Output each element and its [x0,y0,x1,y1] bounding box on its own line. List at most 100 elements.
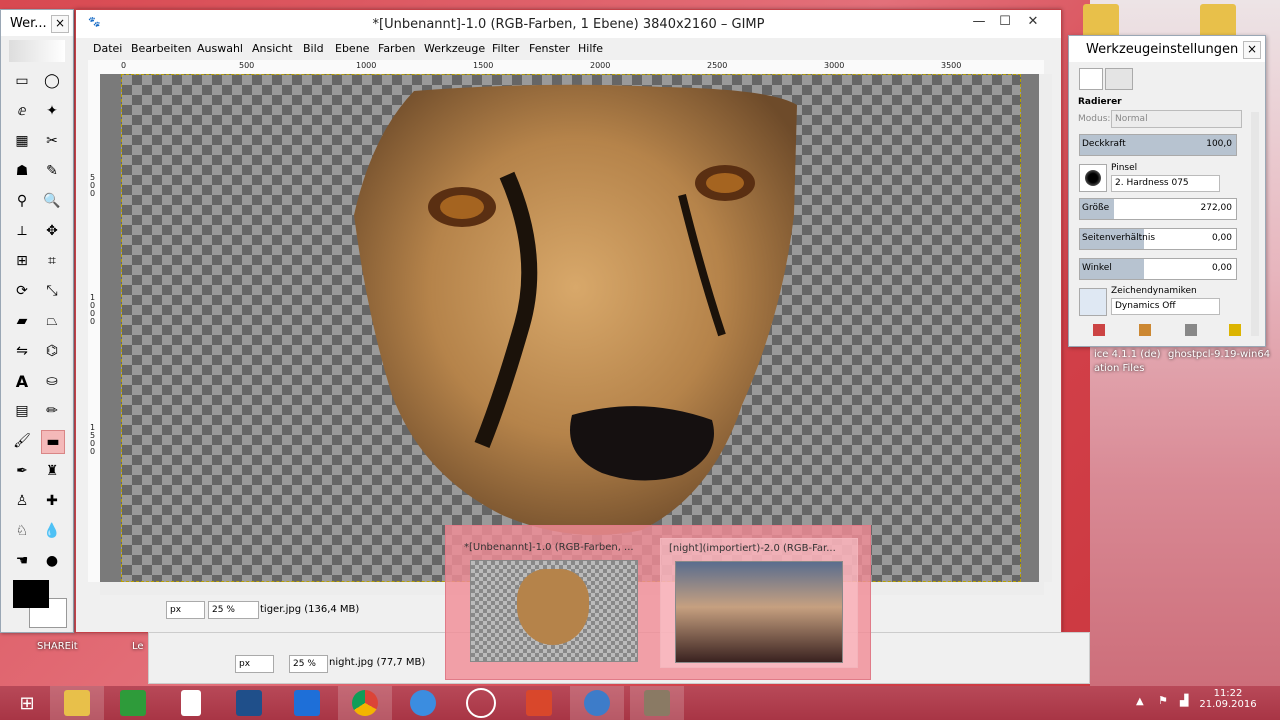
reset-options-icon[interactable] [1229,324,1241,336]
menu-farben[interactable]: Farben [378,42,415,55]
paths-icon[interactable]: ✎ [41,160,63,182]
zoom-select[interactable]: 25 % [289,655,328,673]
taskbar-explorer[interactable] [50,686,104,720]
lasso-icon[interactable]: ⅇ [11,100,33,122]
blur-icon[interactable]: 💧 [41,520,63,542]
folder-icon[interactable] [1083,4,1119,38]
menu-bild[interactable]: Bild [303,42,324,55]
window-thumbnail[interactable]: *[Unbenannt]-1.0 (RGB-Farben, ... [456,538,652,666]
measure-icon[interactable]: ⟂ [11,220,33,242]
close-button[interactable]: × [1243,41,1261,59]
ink-icon[interactable]: ♜ [41,460,63,482]
show-hidden-icons[interactable]: ▲ [1136,696,1144,707]
color-picker-icon[interactable]: ⚲ [11,190,33,212]
desktop-icon-label[interactable]: SHAREit [37,641,78,652]
menu-fenster[interactable]: Fenster [529,42,570,55]
maximize-button[interactable]: ☐ [992,12,1018,32]
taskbar-app[interactable] [454,686,508,720]
unit-select[interactable]: px [235,655,274,673]
cage-icon[interactable]: ⌬ [41,340,63,362]
aspect-ratio-slider[interactable]: Seitenverhältnis 0,00 [1079,228,1237,250]
dynamics-field[interactable]: Dynamics Off [1111,298,1220,315]
desktop-icon-label[interactable]: ation Files [1094,363,1144,374]
blend-icon[interactable]: ▤ [11,400,33,422]
taskbar-chrome[interactable] [338,686,392,720]
taskbar-notepad[interactable] [164,686,218,720]
vertical-scrollbar[interactable] [1039,74,1052,582]
eraser-icon[interactable]: ▬ [41,430,65,454]
toolbox-titlebar[interactable]: Wer... × [1,10,73,36]
taskbar-app[interactable] [570,686,624,720]
tool-options-titlebar[interactable]: Werkzeugeinstellungen × [1069,36,1265,62]
shear-icon[interactable]: ▰ [11,310,33,332]
layers-tab-icon[interactable] [1105,68,1133,90]
menu-werkzeuge[interactable]: Werkzeuge [424,42,485,55]
opacity-slider[interactable]: Deckkraft 100,0 [1079,134,1237,156]
smudge-icon[interactable]: ☚ [11,550,33,572]
unit-select[interactable]: px [166,601,205,619]
foreground-color-swatch[interactable] [13,580,49,608]
magic-wand-icon[interactable]: ✦ [41,100,63,122]
menu-auswahl[interactable]: Auswahl [197,42,243,55]
folder-icon[interactable] [1200,4,1236,38]
mode-dropdown[interactable]: Normal [1111,110,1242,128]
desktop-icon-label[interactable]: Le [132,641,144,652]
bucket-fill-icon[interactable]: ⛀ [41,370,63,392]
align-icon[interactable]: ⊞ [11,250,33,272]
flag-icon[interactable]: ⚑ [1158,694,1168,707]
taskbar-app[interactable] [512,686,566,720]
minimize-button[interactable]: — [966,12,992,32]
perspective-icon[interactable]: ⏢ [41,310,63,332]
zoom-icon[interactable]: 🔍 [41,190,63,212]
menu-hilfe[interactable]: Hilfe [578,42,603,55]
window-titlebar[interactable]: 🐾 *[Unbenannt]-1.0 (RGB-Farben, 1 Ebene)… [76,10,1061,38]
dynamics-icon[interactable] [1079,288,1107,316]
taskbar-gimp[interactable] [630,686,684,720]
save-options-icon[interactable] [1093,324,1105,336]
clone-icon[interactable]: ♙ [11,490,33,512]
crop-icon[interactable]: ⌗ [41,250,63,272]
select-by-color-icon[interactable]: ▦ [11,130,33,152]
scale-icon[interactable]: ⤡ [41,280,63,302]
airbrush-icon[interactable]: ✒ [11,460,33,482]
delete-options-icon[interactable] [1185,324,1197,336]
scrollbar[interactable] [1251,112,1259,336]
restore-options-icon[interactable] [1139,324,1151,336]
menu-ebene[interactable]: Ebene [335,42,369,55]
image-canvas[interactable] [121,74,1021,582]
paintbrush-icon[interactable]: 🖌 [11,430,33,452]
zoom-select[interactable]: 25 % [208,601,259,619]
size-slider[interactable]: Größe 272,00 [1079,198,1237,220]
taskbar-store[interactable] [106,686,160,720]
menu-ansicht[interactable]: Ansicht [252,42,293,55]
pencil-icon[interactable]: ✏ [41,400,63,422]
angle-slider[interactable]: Winkel 0,00 [1079,258,1237,280]
network-icon[interactable]: ▟ [1180,694,1188,707]
tool-options-tab-icon[interactable] [1079,68,1103,90]
menu-bearbeiten[interactable]: Bearbeiten [131,42,191,55]
brush-preview-icon[interactable] [1079,164,1107,192]
window-thumbnail[interactable]: [night](importiert)-2.0 (RGB-Far... [660,538,858,668]
taskbar-ie[interactable] [396,686,450,720]
close-button[interactable]: × [51,15,69,33]
menu-filter[interactable]: Filter [492,42,519,55]
brush-name-field[interactable]: 2. Hardness 075 [1111,175,1220,192]
desktop-icon-label[interactable]: ice 4.1.1 (de) [1094,349,1161,360]
menu-datei[interactable]: Datei [93,42,122,55]
scissors-icon[interactable]: ✂ [41,130,63,152]
flip-icon[interactable]: ⇋ [11,340,33,362]
perspective-clone-icon[interactable]: ♘ [11,520,33,542]
close-button[interactable]: ✕ [1020,12,1046,32]
taskbar-app[interactable] [222,686,276,720]
start-button[interactable]: ⊞ [0,686,54,720]
text-icon[interactable]: A [11,370,33,392]
horizontal-ruler[interactable]: 0 500 1000 1500 2000 2500 3000 3500 [88,60,1044,75]
desktop-icon-label[interactable]: ghostpcl-9.19-win64 [1168,349,1270,360]
rotate-icon[interactable]: ⟳ [11,280,33,302]
ellipse-select-icon[interactable]: ◯ [41,70,63,92]
foreground-select-icon[interactable]: ☗ [11,160,33,182]
heal-icon[interactable]: ✚ [41,490,63,512]
move-icon[interactable]: ✥ [41,220,63,242]
rect-select-icon[interactable]: ▭ [11,70,33,92]
taskbar-maxthon[interactable] [280,686,334,720]
